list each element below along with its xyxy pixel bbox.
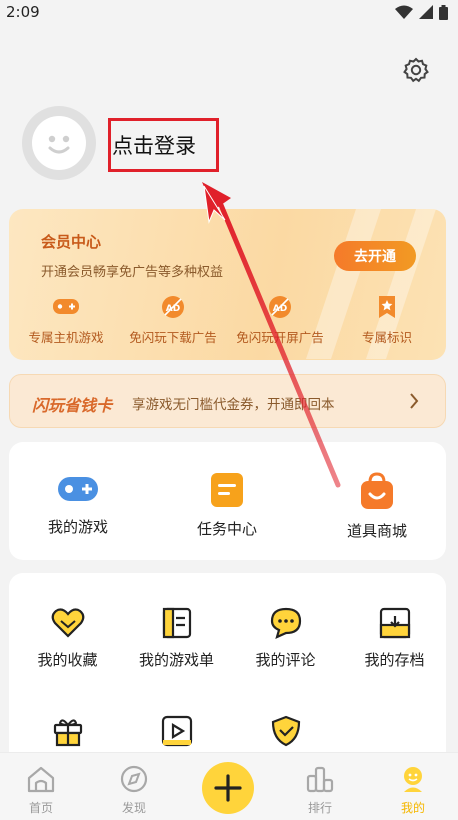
my-saves-button[interactable]: 我的存档 xyxy=(342,607,446,670)
item-shop-button[interactable]: 道具商城 xyxy=(322,472,432,541)
my-comments-button[interactable]: 我的评论 xyxy=(233,607,338,670)
home-icon xyxy=(27,766,55,793)
vip-perk-console-games[interactable]: 专属主机游戏 xyxy=(16,295,116,346)
vip-perk-no-splash-ad[interactable]: AD 免闪玩开屏广告 xyxy=(230,295,330,346)
compass-icon xyxy=(120,765,148,793)
vip-perk-label: 专属主机游戏 xyxy=(28,330,104,345)
list-icon xyxy=(162,607,191,639)
heart-icon xyxy=(51,608,84,638)
no-ad-icon: AD xyxy=(162,296,184,318)
task-icon xyxy=(211,473,243,507)
status-bar: 2:09 xyxy=(0,0,458,24)
status-time: 2:09 xyxy=(6,3,40,21)
vip-open-button[interactable]: 去开通 xyxy=(334,241,416,271)
tab-ranking-label: 排行 xyxy=(307,801,332,815)
tab-discover[interactable]: 发现 xyxy=(104,765,164,816)
shortcut-panel: 我的游戏 任务中心 道具商城 xyxy=(9,442,446,560)
shopping-bag-icon xyxy=(361,472,393,509)
vip-perk-label: 专属标识 xyxy=(361,330,412,345)
gift-icon xyxy=(53,719,82,747)
vip-perk-label: 免闪玩下载广告 xyxy=(129,330,217,345)
security-button[interactable] xyxy=(233,715,338,747)
vip-perk-label: 免闪玩开屏广告 xyxy=(236,330,324,345)
saving-card-description: 享游戏无门槛代金券，开通即回本 xyxy=(132,397,335,413)
my-favorites-label: 我的收藏 xyxy=(37,651,98,669)
add-button[interactable] xyxy=(202,762,254,814)
gear-icon xyxy=(403,57,429,83)
menu-panel: 我的收藏 我的游戏单 我的评论 我的存档 xyxy=(9,573,446,763)
vip-perk-badge[interactable]: 专属标识 xyxy=(337,295,437,346)
status-icons xyxy=(395,4,448,20)
tab-profile-label: 我的 xyxy=(400,801,425,815)
no-ad-icon: AD xyxy=(269,296,291,318)
gamepad-plus-icon xyxy=(53,299,79,314)
comment-icon xyxy=(270,607,301,639)
video-button[interactable] xyxy=(124,715,229,747)
annotation-highlight-box xyxy=(108,118,219,172)
saving-card-title: 闪玩省钱卡 xyxy=(32,396,113,415)
archive-icon xyxy=(379,607,410,639)
badge-star-icon xyxy=(379,296,395,318)
task-center-label: 任务中心 xyxy=(196,520,257,538)
tab-ranking[interactable]: 排行 xyxy=(290,765,350,816)
wifi-icon xyxy=(395,5,413,19)
ranking-icon xyxy=(306,766,334,793)
tab-profile[interactable]: 我的 xyxy=(383,765,443,816)
my-game-lists-button[interactable]: 我的游戏单 xyxy=(124,607,229,670)
vip-description: 开通会员畅享免广告等多种权益 xyxy=(41,265,224,280)
my-games-button[interactable]: 我的游戏 xyxy=(23,472,133,537)
vip-title: 会员中心 xyxy=(41,233,102,251)
plus-icon xyxy=(214,774,242,802)
my-favorites-button[interactable]: 我的收藏 xyxy=(15,607,120,670)
vip-card[interactable]: 会员中心 开通会员畅享免广告等多种权益 去开通 专属主机游戏 AD 免闪玩下载广… xyxy=(9,209,446,360)
gamepad-icon xyxy=(58,477,98,501)
tab-home[interactable]: 首页 xyxy=(11,765,71,816)
tab-home-label: 首页 xyxy=(28,801,53,815)
shield-icon xyxy=(271,715,300,747)
avatar[interactable] xyxy=(22,106,96,180)
tab-discover-label: 发现 xyxy=(121,801,146,815)
battery-icon xyxy=(439,4,448,20)
my-comments-label: 我的评论 xyxy=(255,651,316,669)
saving-card[interactable]: 闪玩省钱卡 享游戏无门槛代金券，开通即回本 xyxy=(9,374,446,428)
item-shop-label: 道具商城 xyxy=(346,522,407,540)
vip-perk-no-download-ad[interactable]: AD 免闪玩下载广告 xyxy=(123,295,223,346)
profile-icon xyxy=(404,767,422,792)
my-saves-label: 我的存档 xyxy=(364,651,425,669)
video-icon xyxy=(161,715,192,747)
avatar-face-icon xyxy=(32,116,86,170)
my-games-label: 我的游戏 xyxy=(47,518,108,536)
task-center-button[interactable]: 任务中心 xyxy=(172,472,282,539)
settings-button[interactable] xyxy=(402,56,430,84)
chevron-right-icon xyxy=(410,393,419,409)
gift-button[interactable] xyxy=(15,715,120,747)
signal-icon xyxy=(419,5,433,19)
my-game-lists-label: 我的游戏单 xyxy=(138,651,214,669)
